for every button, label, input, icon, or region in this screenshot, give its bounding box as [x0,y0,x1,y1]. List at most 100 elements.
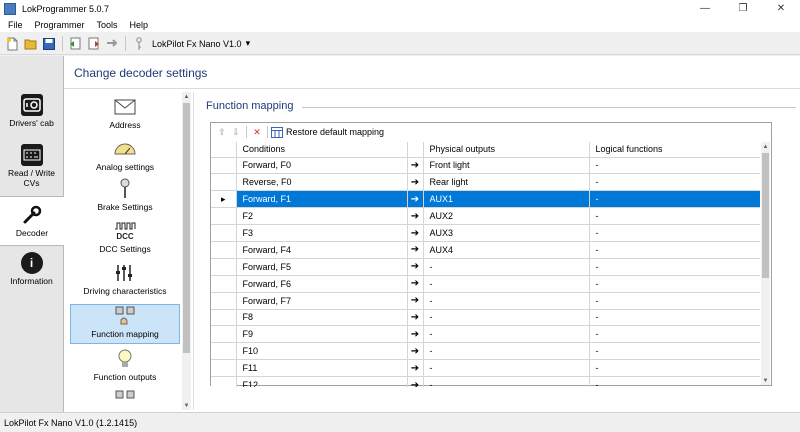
cell-condition[interactable]: Forward, F1 [236,190,408,209]
cell-condition[interactable]: Forward, F6 [236,275,408,293]
scroll-down-icon[interactable]: ▼ [761,376,770,385]
cell-logical-function[interactable]: - [589,173,760,192]
column-conditions[interactable]: Conditions [236,142,408,158]
cell-condition[interactable]: F3 [236,224,408,242]
delete-icon[interactable]: ✕ [250,125,264,139]
setting-function-outputs[interactable]: Function outputs [70,348,180,388]
row-header[interactable] [211,173,237,192]
row-header[interactable] [211,241,237,259]
cell-physical-output[interactable]: - [423,292,590,310]
menu-programmer[interactable]: Programmer [29,20,91,30]
scroll-up-icon[interactable]: ▲ [182,92,191,101]
save-icon[interactable] [40,35,57,52]
cell-logical-function[interactable]: - [589,224,760,242]
cell-physical-output[interactable]: - [423,342,590,361]
row-header[interactable] [211,207,237,226]
grid-scrollbar[interactable]: ▲ ▼ [761,142,770,385]
scroll-up-icon[interactable]: ▲ [761,142,770,151]
cell-condition[interactable]: F10 [236,342,408,361]
row-header[interactable] [211,157,237,175]
cell-physical-output[interactable]: - [423,325,590,344]
row-header[interactable] [211,342,237,361]
cell-physical-output[interactable]: AUX1 [423,190,590,209]
cell-condition[interactable]: F12 [236,376,408,387]
cell-condition[interactable]: Forward, F5 [236,258,408,276]
row-header[interactable] [211,325,237,344]
table-row[interactable]: Forward, F6 ➔ - - [211,275,760,293]
row-header[interactable] [211,309,237,327]
table-row[interactable]: Forward, F4 ➔ AUX4- [211,241,760,259]
cell-physical-output[interactable]: - [423,258,590,276]
connect-icon[interactable] [103,35,120,52]
cell-physical-output[interactable]: AUX4 [423,241,590,259]
table-row[interactable]: F2 ➔ AUX2- [211,207,760,226]
table-row[interactable]: Forward, F7 ➔ - - [211,292,760,310]
decoder-select[interactable]: LokPilot Fx Nano V1.0 ▾ [152,38,250,49]
cell-logical-function[interactable]: - [589,359,760,378]
settings-scroll-thumb[interactable] [183,103,190,353]
cell-logical-function[interactable]: - [589,190,760,209]
cell-logical-function[interactable]: - [589,376,760,387]
table-row[interactable]: F12 ➔ - - [211,376,760,387]
table-row[interactable]: F10 ➔ - - [211,342,760,361]
cell-condition[interactable]: F11 [236,359,408,378]
column-logical-functions[interactable]: Logical functions [589,142,760,158]
setting-driving[interactable]: Driving characteristics [70,262,180,302]
cell-condition[interactable]: F8 [236,309,408,327]
setting-more[interactable] [70,390,180,408]
cell-logical-function[interactable]: - [589,207,760,226]
row-header[interactable]: ▸ [211,190,237,209]
write-icon[interactable] [85,35,102,52]
cell-physical-output[interactable]: AUX2 [423,207,590,226]
grid-scroll-thumb[interactable] [762,153,769,278]
cell-condition[interactable]: Forward, F0 [236,157,408,175]
new-file-icon[interactable] [4,35,21,52]
settings-scrollbar[interactable]: ▲ ▼ [182,92,191,410]
cell-logical-function[interactable]: - [589,309,760,327]
table-row[interactable]: Forward, F5 ➔ - - [211,258,760,276]
cell-logical-function[interactable]: - [589,258,760,276]
cell-logical-function[interactable]: - [589,157,760,175]
restore-button[interactable]: ❐ [724,0,762,17]
setting-function-mapping[interactable]: Function mapping [70,304,180,344]
cell-physical-output[interactable]: Front light [423,157,590,175]
cell-physical-output[interactable]: - [423,359,590,378]
column-physical-outputs[interactable]: Physical outputs [423,142,590,158]
cell-logical-function[interactable]: - [589,325,760,344]
cell-logical-function[interactable]: - [589,241,760,259]
scroll-down-icon[interactable]: ▼ [182,401,191,410]
read-icon[interactable] [67,35,84,52]
move-up-icon[interactable]: ⇧ [215,125,229,139]
setting-dcc[interactable]: DCC DCC Settings [70,220,180,260]
cell-logical-function[interactable]: - [589,275,760,293]
menu-help[interactable]: Help [124,20,155,30]
minimize-button[interactable]: — [686,0,724,17]
cell-physical-output[interactable]: - [423,376,590,387]
close-button[interactable]: ✕ [762,0,800,17]
cell-physical-output[interactable]: - [423,309,590,327]
move-down-icon[interactable]: ⇩ [229,125,243,139]
setting-analog[interactable]: Analog settings [70,138,180,176]
cell-physical-output[interactable]: - [423,275,590,293]
cell-condition[interactable]: Forward, F4 [236,241,408,259]
row-header[interactable] [211,359,237,378]
menu-tools[interactable]: Tools [91,20,124,30]
cell-condition[interactable]: F2 [236,207,408,226]
row-header[interactable] [211,275,237,293]
setting-address[interactable]: Address [70,96,180,134]
row-header[interactable] [211,258,237,276]
key-icon[interactable] [130,35,147,52]
cell-condition[interactable]: Reverse, F0 [236,173,408,192]
nav-information[interactable]: i Information [0,252,63,292]
cell-condition[interactable]: Forward, F7 [236,292,408,310]
cell-logical-function[interactable]: - [589,292,760,310]
nav-drivers-cab[interactable]: Drivers' cab [0,94,63,138]
open-folder-icon[interactable] [22,35,39,52]
nav-decoder[interactable]: Decoder [0,196,64,246]
nav-read-write-cvs[interactable]: Read / Write CVs [0,144,63,194]
setting-brake[interactable]: Brake Settings [70,178,180,218]
cell-logical-function[interactable]: - [589,342,760,361]
menu-file[interactable]: File [2,20,29,30]
restore-default-button[interactable]: Restore default mapping [271,126,384,138]
table-row[interactable]: Reverse, F0 ➔ Rear light - [211,173,760,192]
